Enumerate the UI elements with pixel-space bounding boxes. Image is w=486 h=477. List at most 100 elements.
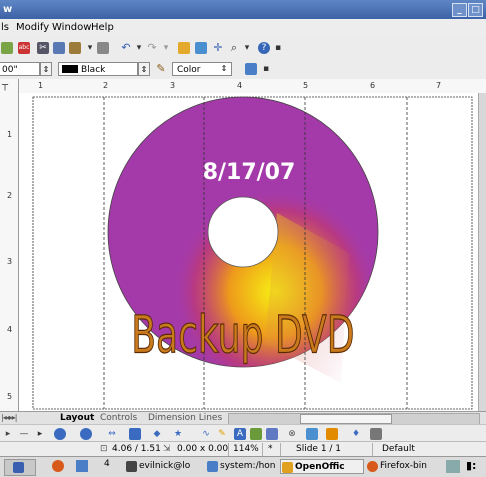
line-filling-toolbar: 00" ⇕ Black ⇕ ✎ Color ⇕ ▪	[0, 59, 486, 80]
fill-bucket-icon[interactable]: ✎	[155, 63, 167, 75]
status-size: 0.00 x 0.00	[177, 444, 229, 454]
star-icon[interactable]: ★	[172, 428, 184, 440]
status-zoom[interactable]: 114%	[233, 444, 259, 454]
tab-stop-icon[interactable]: ┬	[2, 80, 15, 92]
line-icon[interactable]: —	[18, 428, 30, 440]
position-icon: ⊡	[100, 444, 108, 454]
status-bar: ⊡ 4.06 / 1.51 ⇲ 0.00 x 0.00 114% * Slide…	[0, 441, 486, 457]
kde-menu-icon	[13, 462, 24, 473]
toolbar-overflow-icon[interactable]: ▪	[272, 42, 284, 54]
align-icon[interactable]	[306, 428, 318, 440]
tray-icon[interactable]	[446, 460, 460, 473]
title-bar: w _ □	[0, 0, 486, 19]
undo-icon[interactable]: ↶	[120, 42, 132, 54]
3d-object-icon[interactable]	[80, 428, 92, 440]
color-swatch-icon	[62, 65, 78, 73]
fontwork-icon[interactable]: ✎	[216, 428, 228, 440]
line-color-spinner[interactable]: ⇕	[138, 62, 150, 76]
menu-bar: ls Modify Window Help	[0, 19, 486, 38]
disc-hole	[207, 196, 279, 268]
vertical-ruler[interactable]: 1 2 3 4 5	[0, 79, 19, 411]
menu-window[interactable]: Window	[52, 22, 91, 33]
size-icon: ⇲	[163, 444, 171, 454]
insert-image-icon[interactable]	[250, 428, 262, 440]
dropdown-arrow-icon[interactable]: ▾	[84, 42, 96, 54]
task-terminal[interactable]: evilnick@lo	[125, 459, 203, 474]
effects-icon[interactable]: ⊗	[286, 428, 298, 440]
tab-dimension-lines[interactable]: Dimension Lines	[148, 412, 222, 424]
ruler-tick-label: 1	[38, 81, 44, 90]
line-width-field[interactable]: 00"	[0, 62, 40, 76]
cut-icon[interactable]: ✂	[37, 42, 49, 54]
disc-date-text[interactable]: 8/17/07	[203, 160, 296, 185]
horizontal-ruler[interactable]: 1 2 3 4 5 6 7	[18, 79, 486, 94]
disc-label-text[interactable]: Backup DVD	[131, 304, 355, 365]
ruler-tick-label: 2	[7, 191, 13, 200]
tab-controls[interactable]: Controls	[100, 412, 137, 424]
autospell-icon[interactable]: abc	[18, 42, 30, 54]
ruler-tick-label: 5	[7, 392, 13, 401]
menu-tools[interactable]: ls	[1, 22, 9, 33]
callout-icon[interactable]: ◆	[151, 428, 163, 440]
ruler-tick-label: 2	[103, 81, 109, 90]
table-icon[interactable]	[195, 42, 207, 54]
paste-icon[interactable]	[69, 42, 81, 54]
curve-icon[interactable]: ∿	[200, 428, 212, 440]
ruler-tick-label: 4	[7, 325, 13, 334]
ellipse-icon[interactable]	[54, 428, 66, 440]
chart-icon[interactable]	[178, 42, 190, 54]
task-openoffice[interactable]: OpenOffic	[280, 459, 364, 474]
zoom-icon[interactable]: ⌕	[228, 42, 240, 54]
clone-format-icon[interactable]	[97, 42, 109, 54]
spellcheck-icon[interactable]	[1, 42, 13, 54]
line-color-label: Black	[81, 65, 106, 75]
ruler-tick-label: 1	[7, 130, 13, 139]
arrange-icon[interactable]	[326, 428, 338, 440]
tab-scroll-arrows-icon[interactable]: |◂◂▸▸|	[1, 413, 17, 422]
basic-shape-icon[interactable]	[129, 428, 141, 440]
drawing-overflow-icon[interactable]	[370, 428, 382, 440]
layer-tab-bar: |◂◂▸▸| Layout Controls Dimension Lines	[0, 411, 486, 425]
redo-dropdown-icon[interactable]: ▾	[160, 42, 172, 54]
navigator-icon[interactable]: ✛	[212, 42, 224, 54]
slide-canvas[interactable]: 8/17/07 Backup DVD	[19, 93, 478, 411]
area-style-dropdown-icon[interactable]: ⇕	[218, 62, 230, 76]
folder-icon	[207, 461, 218, 472]
start-button[interactable]	[4, 459, 36, 476]
standard-toolbar: abc ✂ ▾ ↶ ▾ ↷ ▾ ✛ ⌕ ▾ ? ▪	[0, 37, 486, 60]
menu-modify[interactable]: Modify	[16, 22, 49, 33]
gallery-icon[interactable]	[266, 428, 278, 440]
line-width-spinner[interactable]: ⇕	[40, 62, 52, 76]
connector-icon[interactable]: ⇔	[106, 428, 118, 440]
task-firefox[interactable]: Firefox-bin	[366, 459, 442, 474]
minimize-button[interactable]: _	[452, 3, 467, 17]
menu-help[interactable]: Help	[91, 22, 114, 33]
task-file-manager[interactable]: system:/hon	[206, 459, 278, 474]
arrow-end-icon[interactable]: ▸	[34, 428, 46, 440]
workspace-number[interactable]: 4	[104, 459, 110, 469]
shadow-icon[interactable]	[245, 63, 257, 75]
copy-icon[interactable]	[53, 42, 65, 54]
vertical-scrollbar[interactable]	[478, 93, 486, 411]
ruler-tick-label: 3	[170, 81, 176, 90]
text-box-icon[interactable]: A	[234, 428, 246, 440]
redo-icon[interactable]: ↷	[146, 42, 158, 54]
browser-launcher-icon[interactable]	[52, 460, 64, 472]
undo-dropdown-icon[interactable]: ▾	[133, 42, 145, 54]
zoom-dropdown-icon[interactable]: ▾	[241, 42, 253, 54]
area-style-label: Color	[177, 65, 201, 75]
taskbar: 4 evilnick@lo system:/hon OpenOffic Fire…	[0, 456, 486, 477]
toolbar2-overflow-icon[interactable]: ▪	[260, 63, 272, 75]
openoffice-icon	[282, 462, 293, 473]
maximize-button[interactable]: □	[468, 3, 483, 17]
tab-layout[interactable]: Layout	[60, 412, 94, 424]
horizontal-scroll-thumb[interactable]	[300, 414, 392, 424]
help-icon[interactable]: ?	[258, 42, 270, 54]
line-color-select[interactable]: Black	[58, 62, 138, 76]
select-arrow-icon[interactable]: ▸	[2, 428, 14, 440]
terminal-icon	[126, 461, 137, 472]
extrusion-icon[interactable]: ♦	[350, 428, 362, 440]
slide-svg: 8/17/07 Backup DVD	[32, 96, 473, 410]
status-slide: Slide 1 / 1	[296, 444, 342, 454]
desktop-launcher-icon[interactable]	[76, 460, 88, 472]
